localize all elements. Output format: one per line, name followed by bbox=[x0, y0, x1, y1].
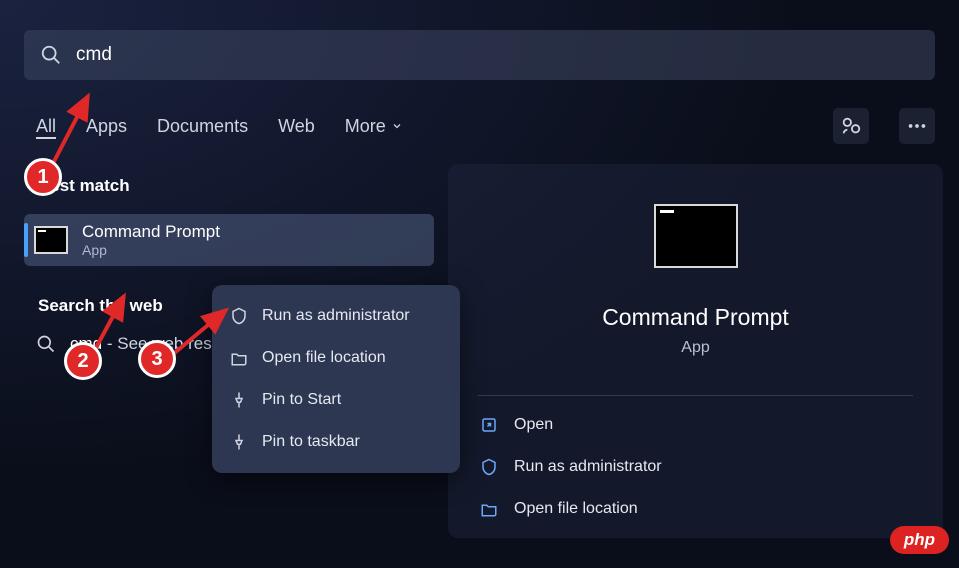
account-switch-icon bbox=[840, 115, 862, 137]
context-run-admin[interactable]: Run as administrator bbox=[212, 295, 460, 337]
chevron-down-icon bbox=[391, 120, 403, 132]
more-options-button[interactable] bbox=[899, 108, 935, 144]
tab-all[interactable]: All bbox=[36, 116, 56, 137]
pin-icon bbox=[230, 391, 248, 409]
action-open[interactable]: Open bbox=[474, 404, 917, 446]
context-label: Pin to Start bbox=[262, 391, 341, 409]
context-pin-taskbar[interactable]: Pin to taskbar bbox=[212, 421, 460, 463]
action-label: Open file location bbox=[514, 500, 638, 518]
result-command-prompt[interactable]: Command Prompt App bbox=[24, 214, 434, 266]
ellipsis-icon bbox=[906, 115, 928, 137]
result-title: Command Prompt bbox=[82, 222, 220, 242]
filter-tabs: All Apps Documents Web More bbox=[36, 108, 935, 144]
preview-type: App bbox=[681, 339, 709, 357]
tab-more[interactable]: More bbox=[345, 116, 403, 137]
folder-icon bbox=[230, 349, 248, 367]
tab-apps[interactable]: Apps bbox=[86, 116, 127, 137]
context-open-location[interactable]: Open file location bbox=[212, 337, 460, 379]
action-label: Run as administrator bbox=[514, 458, 662, 476]
preview-app-icon bbox=[654, 204, 738, 268]
tab-more-label: More bbox=[345, 116, 386, 137]
result-subtitle: App bbox=[82, 242, 220, 258]
tab-web[interactable]: Web bbox=[278, 116, 315, 137]
section-best-match: Best match bbox=[38, 176, 434, 196]
preview-pane: Command Prompt App Open Run as administr… bbox=[448, 164, 943, 538]
open-icon bbox=[480, 416, 498, 434]
shield-icon bbox=[480, 458, 498, 476]
context-pin-start[interactable]: Pin to Start bbox=[212, 379, 460, 421]
search-bar[interactable] bbox=[24, 30, 935, 80]
context-label: Open file location bbox=[262, 349, 386, 367]
action-open-location[interactable]: Open file location bbox=[474, 488, 917, 530]
callout-1: 1 bbox=[24, 158, 62, 196]
action-run-admin[interactable]: Run as administrator bbox=[474, 446, 917, 488]
search-icon bbox=[40, 44, 62, 66]
context-label: Run as administrator bbox=[262, 307, 410, 325]
context-label: Pin to taskbar bbox=[262, 433, 360, 451]
account-switch-button[interactable] bbox=[833, 108, 869, 144]
preview-title: Command Prompt bbox=[602, 304, 789, 331]
watermark: php bbox=[890, 526, 949, 554]
tab-documents[interactable]: Documents bbox=[157, 116, 248, 137]
action-list: Open Run as administrator Open file loca… bbox=[448, 396, 943, 538]
search-icon bbox=[36, 334, 56, 354]
folder-icon bbox=[480, 500, 498, 518]
action-label: Open bbox=[514, 416, 553, 434]
shield-icon bbox=[230, 307, 248, 325]
search-input[interactable] bbox=[76, 44, 919, 66]
callout-2: 2 bbox=[64, 342, 102, 380]
callout-3: 3 bbox=[138, 340, 176, 378]
context-menu: Run as administrator Open file location … bbox=[212, 285, 460, 473]
pin-icon bbox=[230, 433, 248, 451]
command-prompt-icon bbox=[34, 226, 68, 254]
